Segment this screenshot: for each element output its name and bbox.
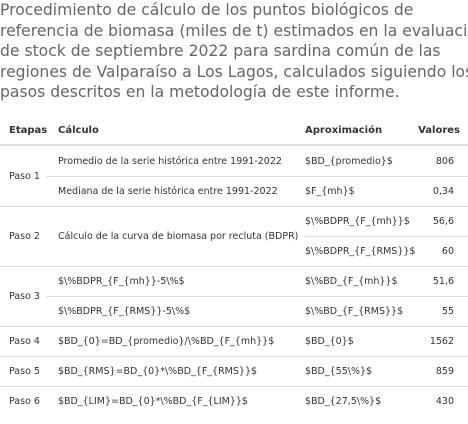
valor-cell: 430	[405, 386, 468, 416]
valor-cell: 859	[405, 356, 468, 387]
reference-points-table: Etapas Cálculo Aproximación Valores Paso…	[0, 116, 468, 416]
table-row: Paso 2 Cálculo de la curva de biomasa po…	[0, 206, 468, 267]
valor-cell: 806	[405, 144, 468, 177]
table-row: Paso 4 $BD_{0}=BD_{promedio}/\%BD_{F_{mh…	[0, 326, 468, 357]
calculo-cell: Cálculo de la curva de biomasa por reclu…	[46, 206, 305, 267]
valor-cell: 1562	[405, 326, 468, 357]
caption-line: de stock de septiembre 2022 para sardina…	[0, 42, 441, 61]
caption-line: regiones de Valparaíso a Los Lagos, calc…	[0, 62, 468, 81]
valor-cell: 51,6	[405, 266, 468, 297]
header-aproximacion: Aproximación	[305, 124, 383, 136]
aproximacion-cell: $BD_{55\%}$	[305, 356, 405, 387]
calculo-cell: Mediana de la serie histórica entre 1991…	[46, 176, 305, 207]
calculo-cell: $BD_{RMS}=BD_{0}*\%BD_{F_{RMS}}$	[46, 356, 305, 387]
aproximacion-cell: $\%BDPR_{F_{RMS}}$	[305, 236, 415, 267]
valor-cell: 56,6	[405, 206, 468, 237]
table-row: Paso 1 Promedio de la serie histórica en…	[0, 144, 468, 207]
table-row: $\%BDPR_{F_{RMS}}-5\%$ $\%BD_{F_{RMS}}$ …	[0, 296, 468, 327]
aproximacion-cell: $F_{mh}$	[305, 176, 405, 207]
aproximacion-cell: $BD_{0}$	[305, 326, 405, 357]
table-header-row: Etapas Cálculo Aproximación Valores	[0, 116, 468, 145]
header-calculo: Cálculo	[58, 124, 99, 136]
aproximacion-cell: $\%BD_{F_{mh}}$	[305, 266, 405, 297]
header-valores: Valores	[418, 124, 460, 136]
aproximacion-cell: $BD_{promedio}$	[305, 144, 405, 177]
aproximacion-cell: $\%BDPR_{F_{mh}}$	[305, 206, 410, 237]
calculo-cell: $\%BDPR_{F_{mh}}-5\%$	[46, 266, 305, 297]
etapa-cell: Paso 5	[0, 356, 46, 387]
etapa-cell: Paso 3	[0, 266, 46, 327]
caption-line: Procedimiento de cálculo de los puntos b…	[0, 1, 414, 19]
valor-cell: 55	[405, 296, 468, 327]
aproximacion-cell: $BD_{27,5\%}$	[305, 386, 405, 416]
table-row: Mediana de la serie histórica entre 1991…	[0, 176, 468, 207]
aproximacion-cell: $\%BD_{F_{RMS}}$	[305, 296, 405, 327]
valor-cell: 0,34	[405, 176, 468, 207]
table-row: Paso 5 $BD_{RMS}=BD_{0}*\%BD_{F_{RMS}}$ …	[0, 356, 468, 387]
caption-line: referencia de biomasa (miles de t) estim…	[0, 21, 468, 40]
header-etapas: Etapas	[9, 124, 48, 136]
table-row: Paso 6 $BD_{LIM}=BD_{0}*\%BD_{F_{LIM}}$ …	[0, 386, 468, 416]
calculo-cell: $BD_{0}=BD_{promedio}/\%BD_{F_{mh}}$	[46, 326, 305, 357]
etapa-cell: Paso 2	[0, 206, 46, 267]
calculo-cell: Promedio de la serie histórica entre 199…	[46, 144, 305, 177]
etapa-cell: Paso 1	[0, 144, 46, 207]
calculo-cell: $\%BDPR_{F_{RMS}}-5\%$	[46, 296, 305, 327]
etapa-cell: Paso 6	[0, 386, 46, 416]
etapa-cell: Paso 4	[0, 326, 46, 357]
caption-line: pasos descritos en la metodología de est…	[0, 83, 400, 102]
table-row: Paso 3 $\%BDPR_{F_{mh}}-5\%$ $\%BD_{F_{m…	[0, 266, 468, 327]
calculo-cell: $BD_{LIM}=BD_{0}*\%BD_{F_{LIM}}$	[46, 386, 305, 416]
table-caption: Procedimiento de cálculo de los puntos b…	[0, 0, 468, 108]
